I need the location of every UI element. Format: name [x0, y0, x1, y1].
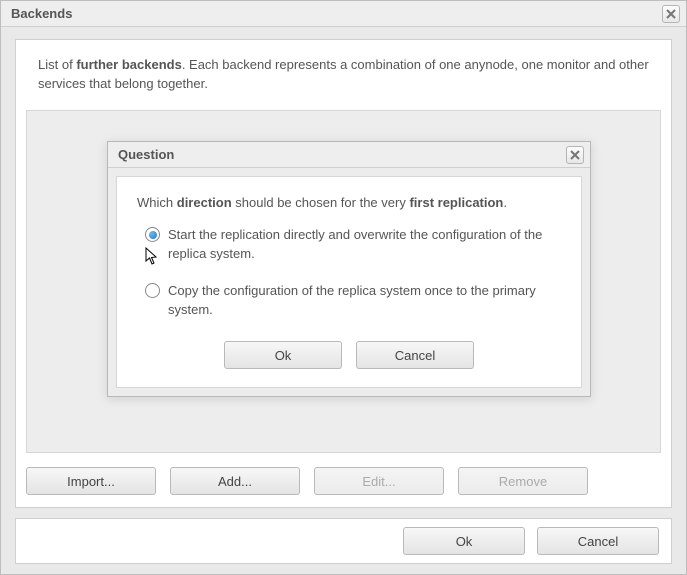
dialog-body: Which direction should be chosen for the… — [116, 176, 582, 388]
dialog-cancel-button[interactable]: Cancel — [356, 341, 474, 369]
backends-window: Backends List of further backends. Each … — [0, 0, 687, 575]
window-close-button[interactable] — [662, 5, 680, 23]
dialog-close-button[interactable] — [566, 146, 584, 164]
edit-button[interactable]: Edit... — [314, 467, 444, 495]
dialog-ok-button[interactable]: Ok — [224, 341, 342, 369]
desc-bold1: further — [76, 57, 118, 72]
cancel-button[interactable]: Cancel — [537, 527, 659, 555]
dialog-titlebar: Question — [108, 142, 590, 168]
remove-button[interactable]: Remove — [458, 467, 588, 495]
window-title: Backends — [11, 6, 72, 21]
question-dialog: Question Which direction should be chose… — [107, 141, 591, 397]
ok-button[interactable]: Ok — [403, 527, 525, 555]
import-button[interactable]: Import... — [26, 467, 156, 495]
add-button[interactable]: Add... — [170, 467, 300, 495]
radio-option-start-replication[interactable]: Start the replication directly and overw… — [145, 226, 553, 264]
q-prefix: Which — [137, 195, 173, 210]
radio-option-copy-configuration[interactable]: Copy the configuration of the replica sy… — [145, 282, 553, 320]
q-bold2: first replication — [409, 195, 503, 210]
description-text: List of further backends. Each backend r… — [16, 40, 671, 104]
q-mid: should be chosen for the very — [235, 195, 406, 210]
dialog-title: Question — [118, 147, 174, 162]
dialog-button-row: Ok Cancel — [137, 341, 561, 369]
dialog-question: Which direction should be chosen for the… — [137, 195, 561, 210]
radio-label: Copy the configuration of the replica sy… — [168, 282, 553, 320]
radio-icon — [145, 283, 160, 298]
q-bold1: direction — [177, 195, 232, 210]
action-button-row: Import... Add... Edit... Remove — [26, 467, 661, 495]
close-icon — [570, 150, 580, 160]
radio-label: Start the replication directly and overw… — [168, 226, 553, 264]
desc-prefix: List of — [38, 57, 73, 72]
close-icon — [666, 9, 676, 19]
window-titlebar: Backends — [1, 1, 686, 27]
footer: Ok Cancel — [15, 518, 672, 564]
q-end: . — [503, 195, 507, 210]
desc-bold2: backends — [122, 57, 182, 72]
radio-icon — [145, 227, 160, 242]
